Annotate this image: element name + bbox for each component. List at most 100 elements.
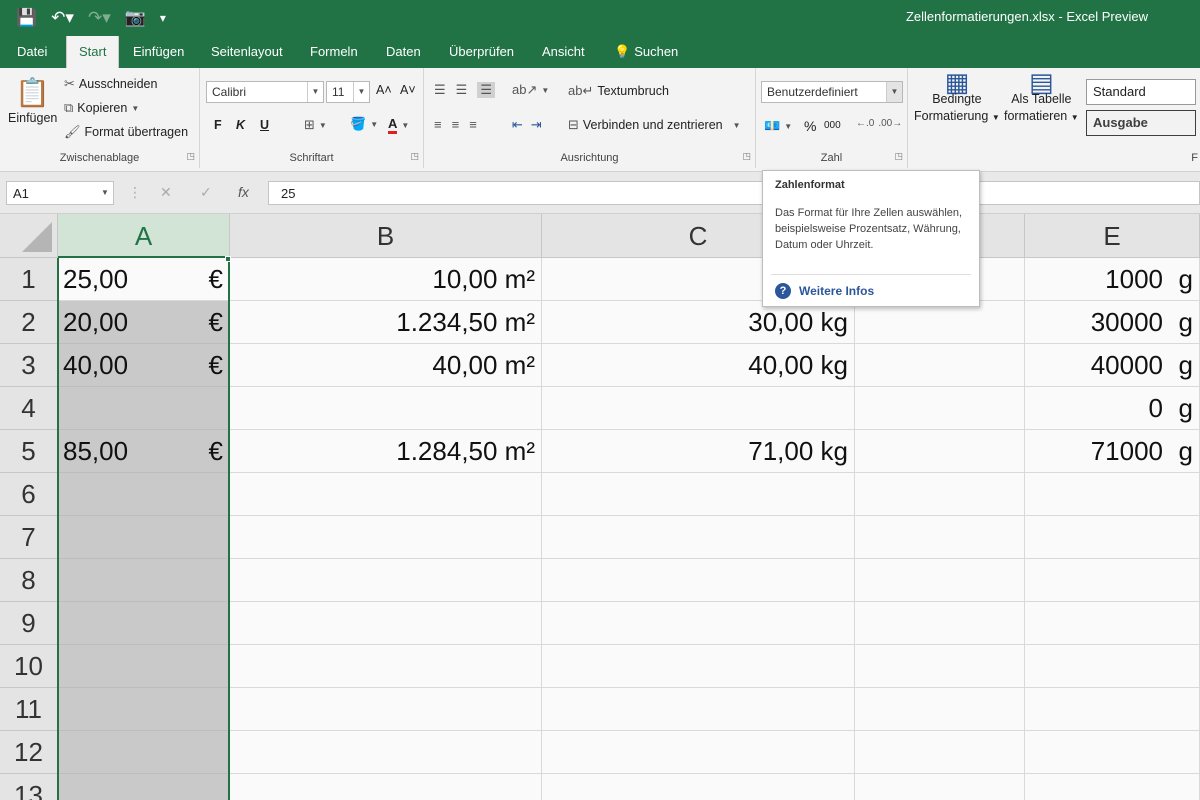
cell-a8[interactable] [58,559,230,602]
cell-d5[interactable] [855,430,1025,473]
cell-a9[interactable] [58,602,230,645]
fill-color-button[interactable]: 🪣 ▼ [350,116,378,132]
cell-a2[interactable]: 20,00 € [58,301,230,344]
select-all-button[interactable] [0,214,58,258]
dialog-launcher-icon[interactable]: ◳ [894,151,903,162]
tab-start[interactable]: Start [66,36,120,68]
cell-b4[interactable] [230,387,542,430]
cell-e7[interactable] [1025,516,1200,559]
cell-e10[interactable] [1025,645,1200,688]
column-header-a[interactable]: A [58,214,230,258]
cell-d3[interactable] [855,344,1025,387]
tab-einfuegen[interactable]: Einfügen [133,44,184,59]
cell-c3[interactable]: 40,00 kg [542,344,855,387]
cell-b8[interactable] [230,559,542,602]
insert-function-icon[interactable]: fx [238,184,249,200]
formula-input[interactable]: 25 [268,181,1200,205]
row-header[interactable]: 6 [0,473,58,516]
cell-c4[interactable] [542,387,855,430]
format-as-table-button[interactable]: ▤ Als Tabelle formatieren ▼ [1004,69,1079,126]
row-header[interactable]: 8 [0,559,58,602]
undo-icon[interactable]: ↶▾ [51,6,74,30]
cell-d12[interactable] [855,731,1025,774]
row-header[interactable]: 11 [0,688,58,731]
grow-font-button[interactable]: A˄ [376,83,392,97]
tab-ueberpruefen[interactable]: Überprüfen [449,44,514,59]
enter-icon[interactable]: ✓ [200,184,212,201]
row-header[interactable]: 10 [0,645,58,688]
cell-a6[interactable] [58,473,230,516]
cell-a3[interactable]: 40,00 € [58,344,230,387]
column-header-b[interactable]: B [230,214,542,258]
row-header[interactable]: 5 [0,430,58,473]
column-header-e[interactable]: E [1025,214,1200,258]
cell-e1[interactable]: 1000 g [1025,258,1200,301]
cell-a4[interactable] [58,387,230,430]
row-header[interactable]: 3 [0,344,58,387]
cancel-icon[interactable]: ✕ [160,184,172,201]
row-header[interactable]: 9 [0,602,58,645]
tab-datei[interactable]: Datei [17,44,47,59]
cell-a11[interactable] [58,688,230,731]
cell-b11[interactable] [230,688,542,731]
conditional-formatting-button[interactable]: ▦ Bedingte Formatierung ▼ [914,69,1000,126]
cell-a5[interactable]: 85,00 € [58,430,230,473]
cell-e2[interactable]: 30000 g [1025,301,1200,344]
cell-c7[interactable] [542,516,855,559]
cell-e13[interactable] [1025,774,1200,800]
cell-e3[interactable]: 40000 g [1025,344,1200,387]
cell-a1[interactable]: 25,00 € [58,258,230,301]
cell-d11[interactable] [855,688,1025,731]
tab-ansicht[interactable]: Ansicht [542,44,585,59]
align-right-icon[interactable]: ≡ [469,117,477,132]
cell-c2[interactable]: 30,00 kg [542,301,855,344]
row-header[interactable]: 12 [0,731,58,774]
customize-toolbar-icon[interactable]: ▾ [160,6,166,30]
cell-b12[interactable] [230,731,542,774]
copy-button[interactable]: ⧉ Kopieren ▼ [64,100,139,116]
fill-handle[interactable] [225,256,231,262]
align-middle-icon[interactable]: ☰ [456,82,468,98]
bold-button[interactable]: F [214,118,222,132]
more-info-link[interactable]: ? Weitere Infos [775,283,874,299]
cell-b5[interactable]: 1.284,50 m² [230,430,542,473]
style-standard[interactable]: Standard [1086,79,1196,105]
cell-b1[interactable]: 10,00 m² [230,258,542,301]
percent-button[interactable]: % [804,118,816,134]
cell-b7[interactable] [230,516,542,559]
cell-d13[interactable] [855,774,1025,800]
cell-a13[interactable] [58,774,230,800]
cell-d9[interactable] [855,602,1025,645]
cell-d10[interactable] [855,645,1025,688]
cell-b10[interactable] [230,645,542,688]
cell-a12[interactable] [58,731,230,774]
cell-b9[interactable] [230,602,542,645]
cell-a7[interactable] [58,516,230,559]
tab-search[interactable]: 💡 Suchen [614,44,678,60]
dialog-launcher-icon[interactable]: ◳ [742,151,751,162]
cell-b13[interactable] [230,774,542,800]
orientation-button[interactable]: ab↗ ▼ [512,82,549,98]
underline-button[interactable]: U [260,118,269,132]
style-output[interactable]: Ausgabe [1086,110,1196,136]
cell-b2[interactable]: 1.234,50 m² [230,301,542,344]
cell-c6[interactable] [542,473,855,516]
cell-d2[interactable] [855,301,1025,344]
cell-c8[interactable] [542,559,855,602]
decrease-indent-icon[interactable]: ⇤ [512,117,523,133]
cell-d4[interactable] [855,387,1025,430]
font-name-dropdown[interactable]: Calibri ▼ [206,81,324,103]
cell-b6[interactable] [230,473,542,516]
align-top-icon[interactable]: ☰ [434,82,446,98]
align-bottom-icon[interactable]: ☰ [477,82,495,98]
cell-d6[interactable] [855,473,1025,516]
row-header[interactable]: 7 [0,516,58,559]
align-center-icon[interactable]: ≡ [452,117,460,132]
cell-e12[interactable] [1025,731,1200,774]
cell-c13[interactable] [542,774,855,800]
cell-c9[interactable] [542,602,855,645]
number-format-dropdown[interactable]: Benutzerdefiniert ▼ [761,81,903,103]
cell-c12[interactable] [542,731,855,774]
row-header[interactable]: 13 [0,774,58,800]
font-color-button[interactable]: A ▼ [388,116,409,134]
